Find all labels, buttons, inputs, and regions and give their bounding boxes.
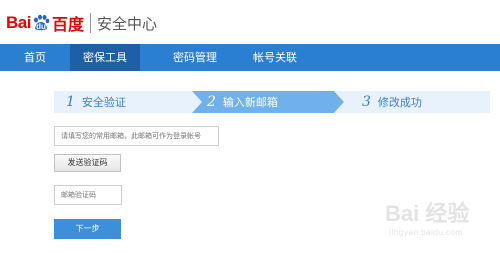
baidu-logo[interactable]: Bai du 百度 安全中心	[6, 10, 157, 36]
email-code-input[interactable]	[54, 185, 122, 205]
step-3-number: 3	[362, 94, 371, 110]
next-button[interactable]: 下一步	[54, 219, 121, 239]
watermark: Bai 经验 jingyan.baidu.com	[385, 196, 495, 241]
email-input[interactable]	[54, 126, 219, 146]
logo-bai-text: Bai	[6, 13, 31, 32]
step-3-label: 修改成功	[377, 96, 422, 109]
nav-item-home[interactable]: 首页	[0, 44, 70, 71]
step-1-label: 安全验证	[81, 96, 126, 109]
paw-icon: du	[32, 14, 50, 32]
step-2-label: 输入新邮箱	[222, 96, 278, 109]
header: Bai du 百度 安全中心	[0, 0, 500, 44]
main-nav: 首页 密保工具 密码管理 帐号关联	[0, 44, 500, 71]
progress-steps: 1 安全验证 2 输入新邮箱 3 修改成功	[54, 91, 490, 113]
watermark-text: Bai 经验	[385, 201, 470, 226]
send-code-button[interactable]: 发送验证码	[54, 154, 121, 172]
logo-baidu-chinese: 百度	[51, 15, 84, 34]
logo-du-text: du	[36, 21, 46, 31]
watermark-url: jingyan.baidu.com	[389, 228, 463, 237]
step-1-number: 1	[66, 94, 75, 110]
step-2-number: 2	[207, 94, 216, 110]
step-3: 3 修改成功	[362, 91, 422, 113]
step-1: 1 安全验证	[66, 91, 126, 113]
nav-item-security-tools[interactable]: 密保工具	[70, 44, 140, 71]
step-2: 2 输入新邮箱	[207, 91, 278, 113]
page-title: 安全中心	[96, 14, 157, 33]
nav-item-account-link[interactable]: 帐号关联	[235, 44, 315, 71]
nav-item-password-management[interactable]: 密码管理	[155, 44, 235, 71]
logo-divider	[89, 13, 91, 33]
